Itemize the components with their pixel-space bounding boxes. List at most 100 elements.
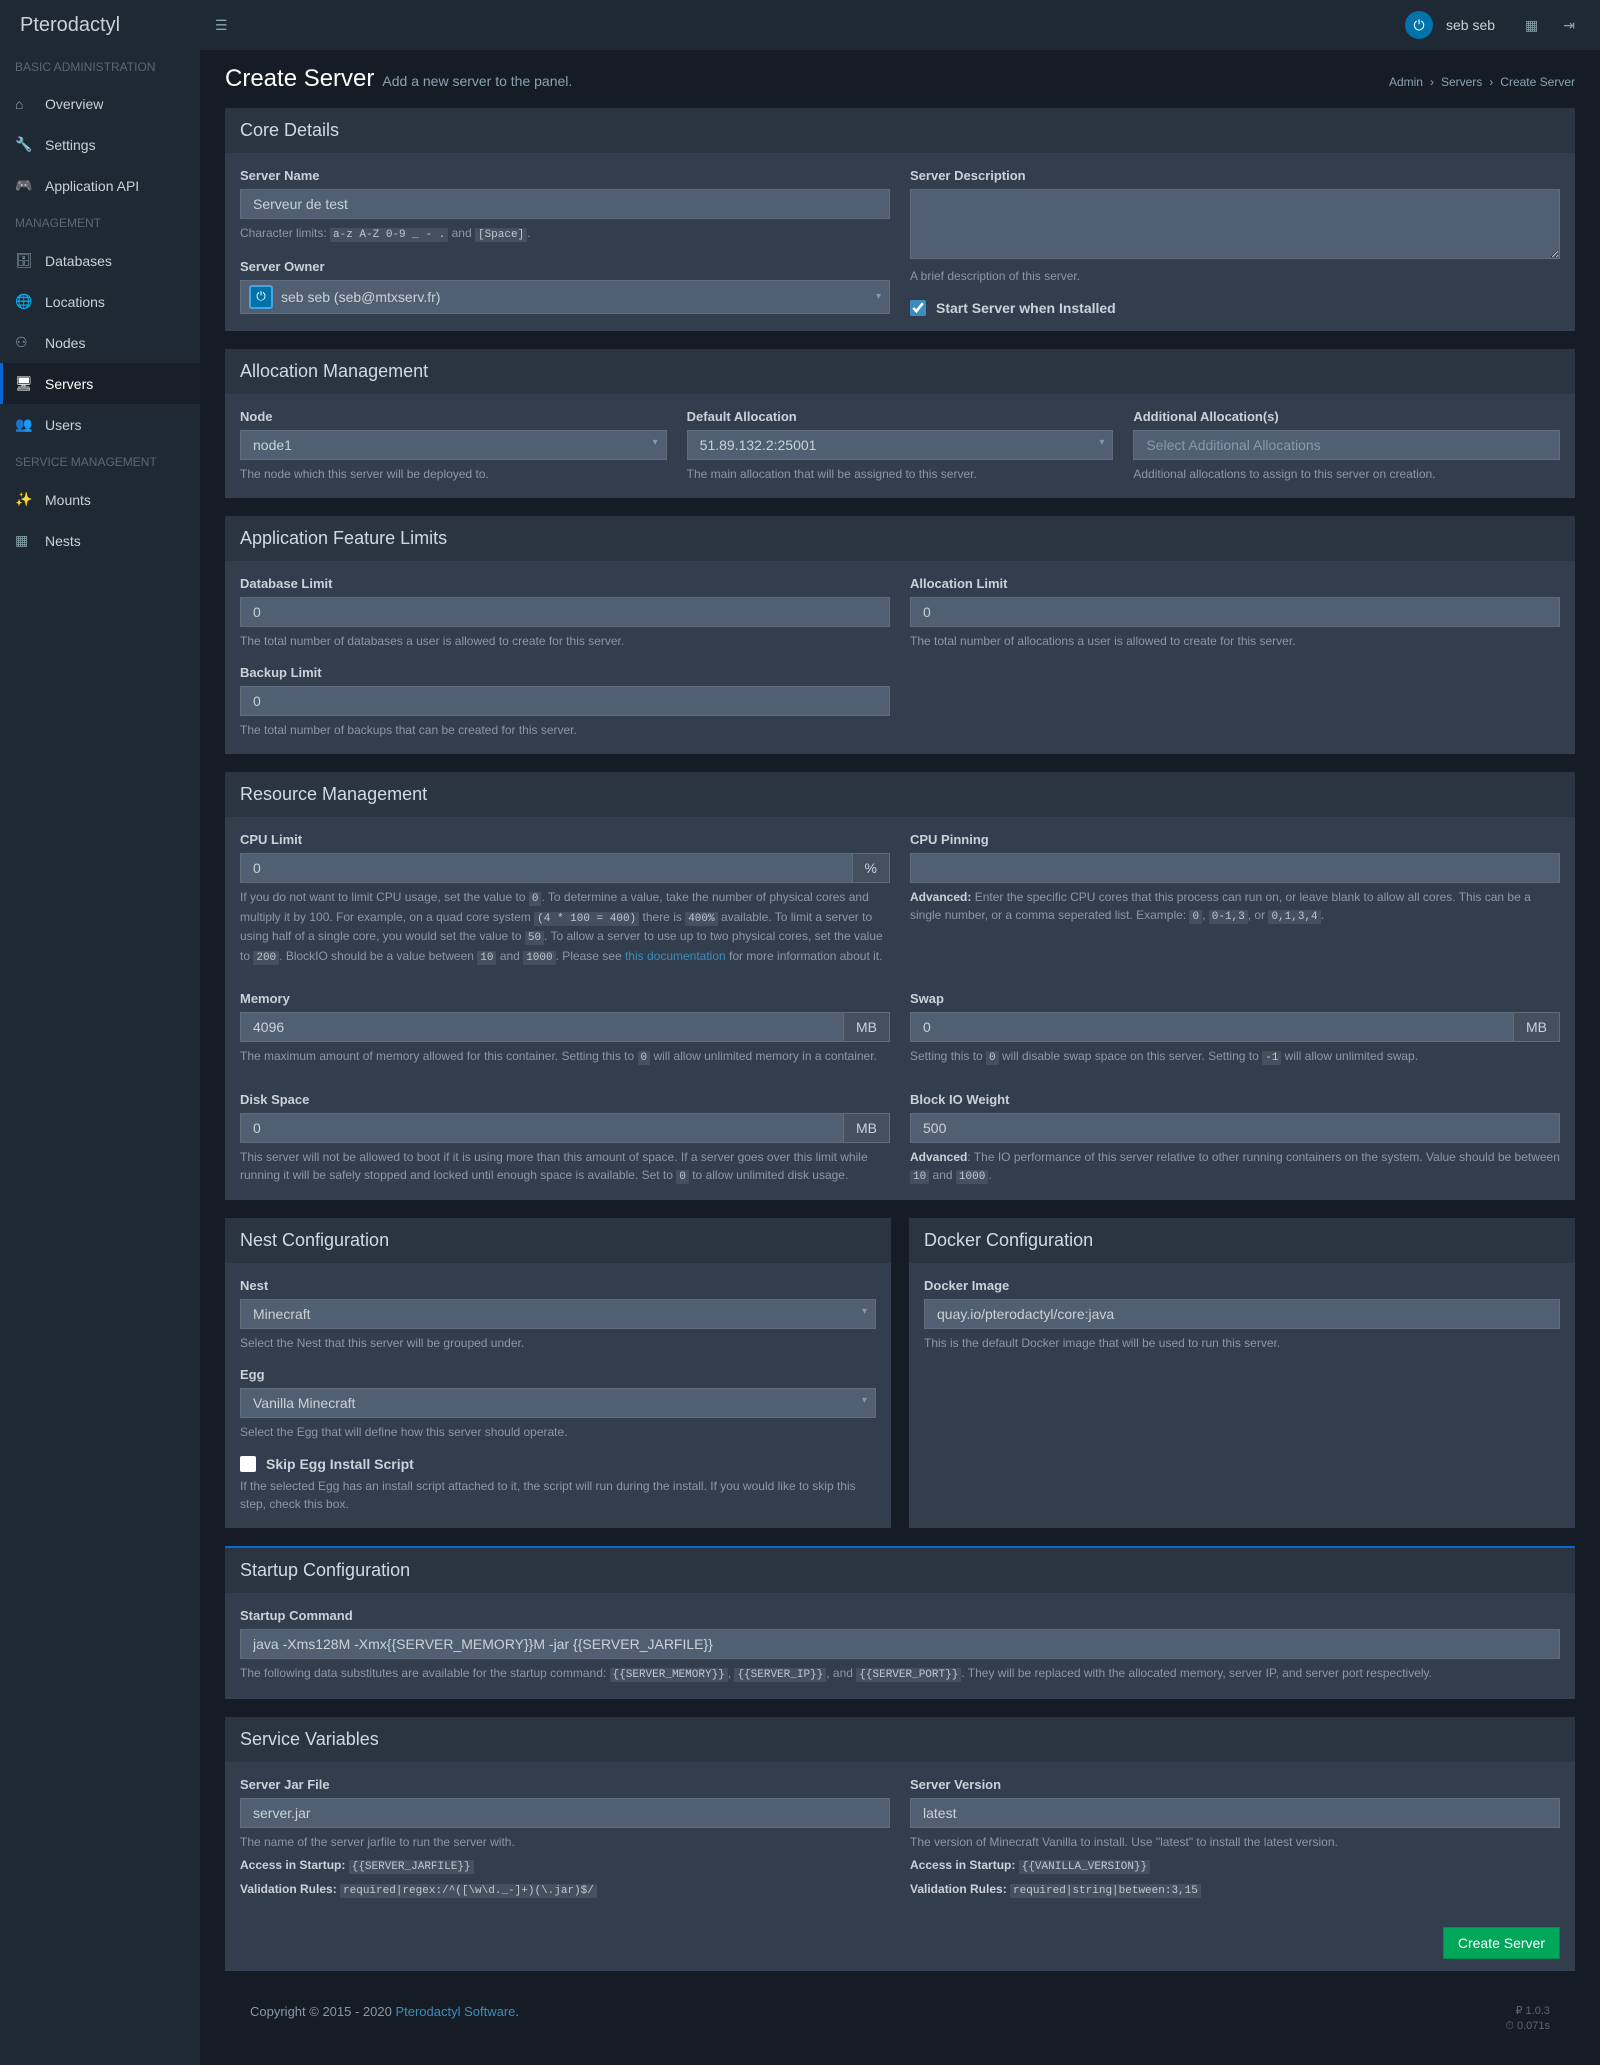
app-logo[interactable]: Pterodactyl [15,14,200,37]
jar-label: Server Jar File [240,1777,890,1792]
server-name-label: Server Name [240,168,890,183]
node-help: The node which this server will be deplo… [240,465,667,483]
node-select[interactable]: node1 [240,430,667,460]
sidebar-toggle[interactable]: ☰ [200,17,243,34]
allocation-header: Allocation Management [225,349,1575,394]
skip-install-help: If the selected Egg has an install scrip… [240,1477,876,1513]
sidebar-item-settings[interactable]: 🔧Settings [0,124,200,165]
owner-display: seb seb (seb@mtxserv.fr) [281,289,440,305]
start-when-installed-label: Start Server when Installed [936,300,1116,316]
docker-config-box: Docker Configuration Docker Image This i… [909,1218,1575,1528]
additional-alloc-help: Additional allocations to assign to this… [1133,465,1560,483]
sidebar: BASIC ADMINISTRATION ⌂Overview 🔧Settings… [0,50,200,2065]
sidebar-label: Application API [45,178,139,194]
ver-label: Server Version [910,1777,1560,1792]
grid-icon[interactable]: ▦ [1515,17,1548,34]
user-avatar-icon[interactable]: ⏻ [1405,11,1433,39]
jar-rules: Validation Rules: required|regex:/^([\w\… [240,1880,890,1900]
server-desc-input[interactable] [910,189,1560,259]
swap-label: Swap [910,991,1560,1006]
footer-link[interactable]: Pterodactyl Software [395,2004,515,2019]
blockio-input[interactable] [910,1113,1560,1143]
jar-access: Access in Startup: {{SERVER_JARFILE}} [240,1856,890,1876]
memory-label: Memory [240,991,890,1006]
disk-help: This server will not be allowed to boot … [240,1148,890,1186]
create-server-button[interactable]: Create Server [1443,1927,1560,1959]
server-name-input[interactable] [240,189,890,219]
sidebar-item-nests[interactable]: ▦Nests [0,520,200,561]
disk-unit: MB [844,1113,890,1143]
server-desc-label: Server Description [910,168,1560,183]
cpu-pin-label: CPU Pinning [910,832,1560,847]
cpu-unit: % [853,853,890,883]
cpu-limit-input[interactable] [240,853,853,883]
page-subtitle: Add a new server to the panel. [382,73,572,89]
blockio-help: Advanced: The IO performance of this ser… [910,1148,1560,1186]
default-alloc-select[interactable]: 51.89.132.2:25001 [687,430,1114,460]
db-limit-label: Database Limit [240,576,890,591]
nest-select[interactable]: Minecraft [240,1299,876,1329]
startup-cmd-help: The following data substitutes are avail… [240,1664,1560,1684]
sidebar-item-users[interactable]: 👥Users [0,404,200,445]
sidebar-label: Overview [45,96,103,112]
sidebar-label: Locations [45,294,105,310]
branch-icon: ₽ [1515,2005,1522,2017]
sidebar-section-service: SERVICE MANAGEMENT [0,445,200,479]
skip-install-checkbox[interactable] [240,1456,256,1472]
backup-limit-help: The total number of backups that can be … [240,721,890,739]
docker-image-help: This is the default Docker image that wi… [924,1334,1560,1352]
footer-copyright: Copyright © 2015 - 2020 Pterodactyl Soft… [250,2004,519,2019]
server-owner-select[interactable]: ⏻ seb seb (seb@mtxserv.fr) [240,280,890,314]
memory-input[interactable] [240,1012,844,1042]
gamepad-icon: 🎮 [15,177,35,194]
desc-help: A brief description of this server. [910,267,1560,285]
sidebar-label: Nests [45,533,81,549]
db-limit-input[interactable] [240,597,890,627]
sidebar-item-mounts[interactable]: ✨Mounts [0,479,200,520]
sidebar-item-databases[interactable]: 🗄Databases [0,240,200,281]
sitemap-icon: ⚇ [15,334,35,351]
footer-meta: ₽ 1.0.3 ⏱ 0.071s [1505,2004,1550,2035]
allocation-box: Allocation Management Node node1 The nod… [225,349,1575,498]
egg-select[interactable]: Vanilla Minecraft [240,1388,876,1418]
logout-icon[interactable]: ⇥ [1553,17,1585,34]
user-name[interactable]: seb seb [1446,17,1495,33]
sidebar-section-management: MANAGEMENT [0,206,200,240]
start-when-installed-checkbox[interactable] [910,300,926,316]
vars-header: Service Variables [225,1717,1575,1762]
sidebar-item-locations[interactable]: 🌐 Locations [0,281,200,322]
backup-limit-input[interactable] [240,686,890,716]
cpu-pin-input[interactable] [910,853,1560,883]
breadcrumb-servers[interactable]: Servers [1441,75,1482,89]
sidebar-item-api[interactable]: 🎮 Application API [0,165,200,206]
cpu-doc-link[interactable]: this documentation [625,949,726,963]
swap-input[interactable] [910,1012,1514,1042]
default-alloc-help: The main allocation that will be assigne… [687,465,1114,483]
sidebar-label: Databases [45,253,112,269]
swap-help: Setting this to 0 will disable swap spac… [910,1047,1560,1067]
page-title: Create Server [225,65,374,93]
startup-cmd-input[interactable] [240,1629,1560,1659]
sidebar-label: Settings [45,137,96,153]
startup-cmd-label: Startup Command [240,1608,1560,1623]
ver-help: The version of Minecraft Vanilla to inst… [910,1833,1560,1851]
breadcrumb-admin[interactable]: Admin [1389,75,1423,89]
cpu-pin-help: Advanced: Enter the specific CPU cores t… [910,888,1560,926]
additional-alloc-select[interactable] [1133,430,1560,460]
ver-input[interactable] [910,1798,1560,1828]
backup-limit-label: Backup Limit [240,665,890,680]
sidebar-item-overview[interactable]: ⌂Overview [0,84,200,124]
ver-rules: Validation Rules: required|string|betwee… [910,1880,1560,1900]
sidebar-item-servers[interactable]: 🖥Servers [0,363,200,404]
server-icon: 🖥 [15,375,35,392]
disk-input[interactable] [240,1113,844,1143]
startup-box: Startup Configuration Startup Command Th… [225,1546,1575,1699]
disk-label: Disk Space [240,1092,890,1107]
alloc-limit-input[interactable] [910,597,1560,627]
globe-icon: 🌐 [15,293,35,310]
sidebar-item-nodes[interactable]: ⚇Nodes [0,322,200,363]
docker-image-input[interactable] [924,1299,1560,1329]
jar-input[interactable] [240,1798,890,1828]
alloc-limit-label: Allocation Limit [910,576,1560,591]
limits-header: Application Feature Limits [225,516,1575,561]
